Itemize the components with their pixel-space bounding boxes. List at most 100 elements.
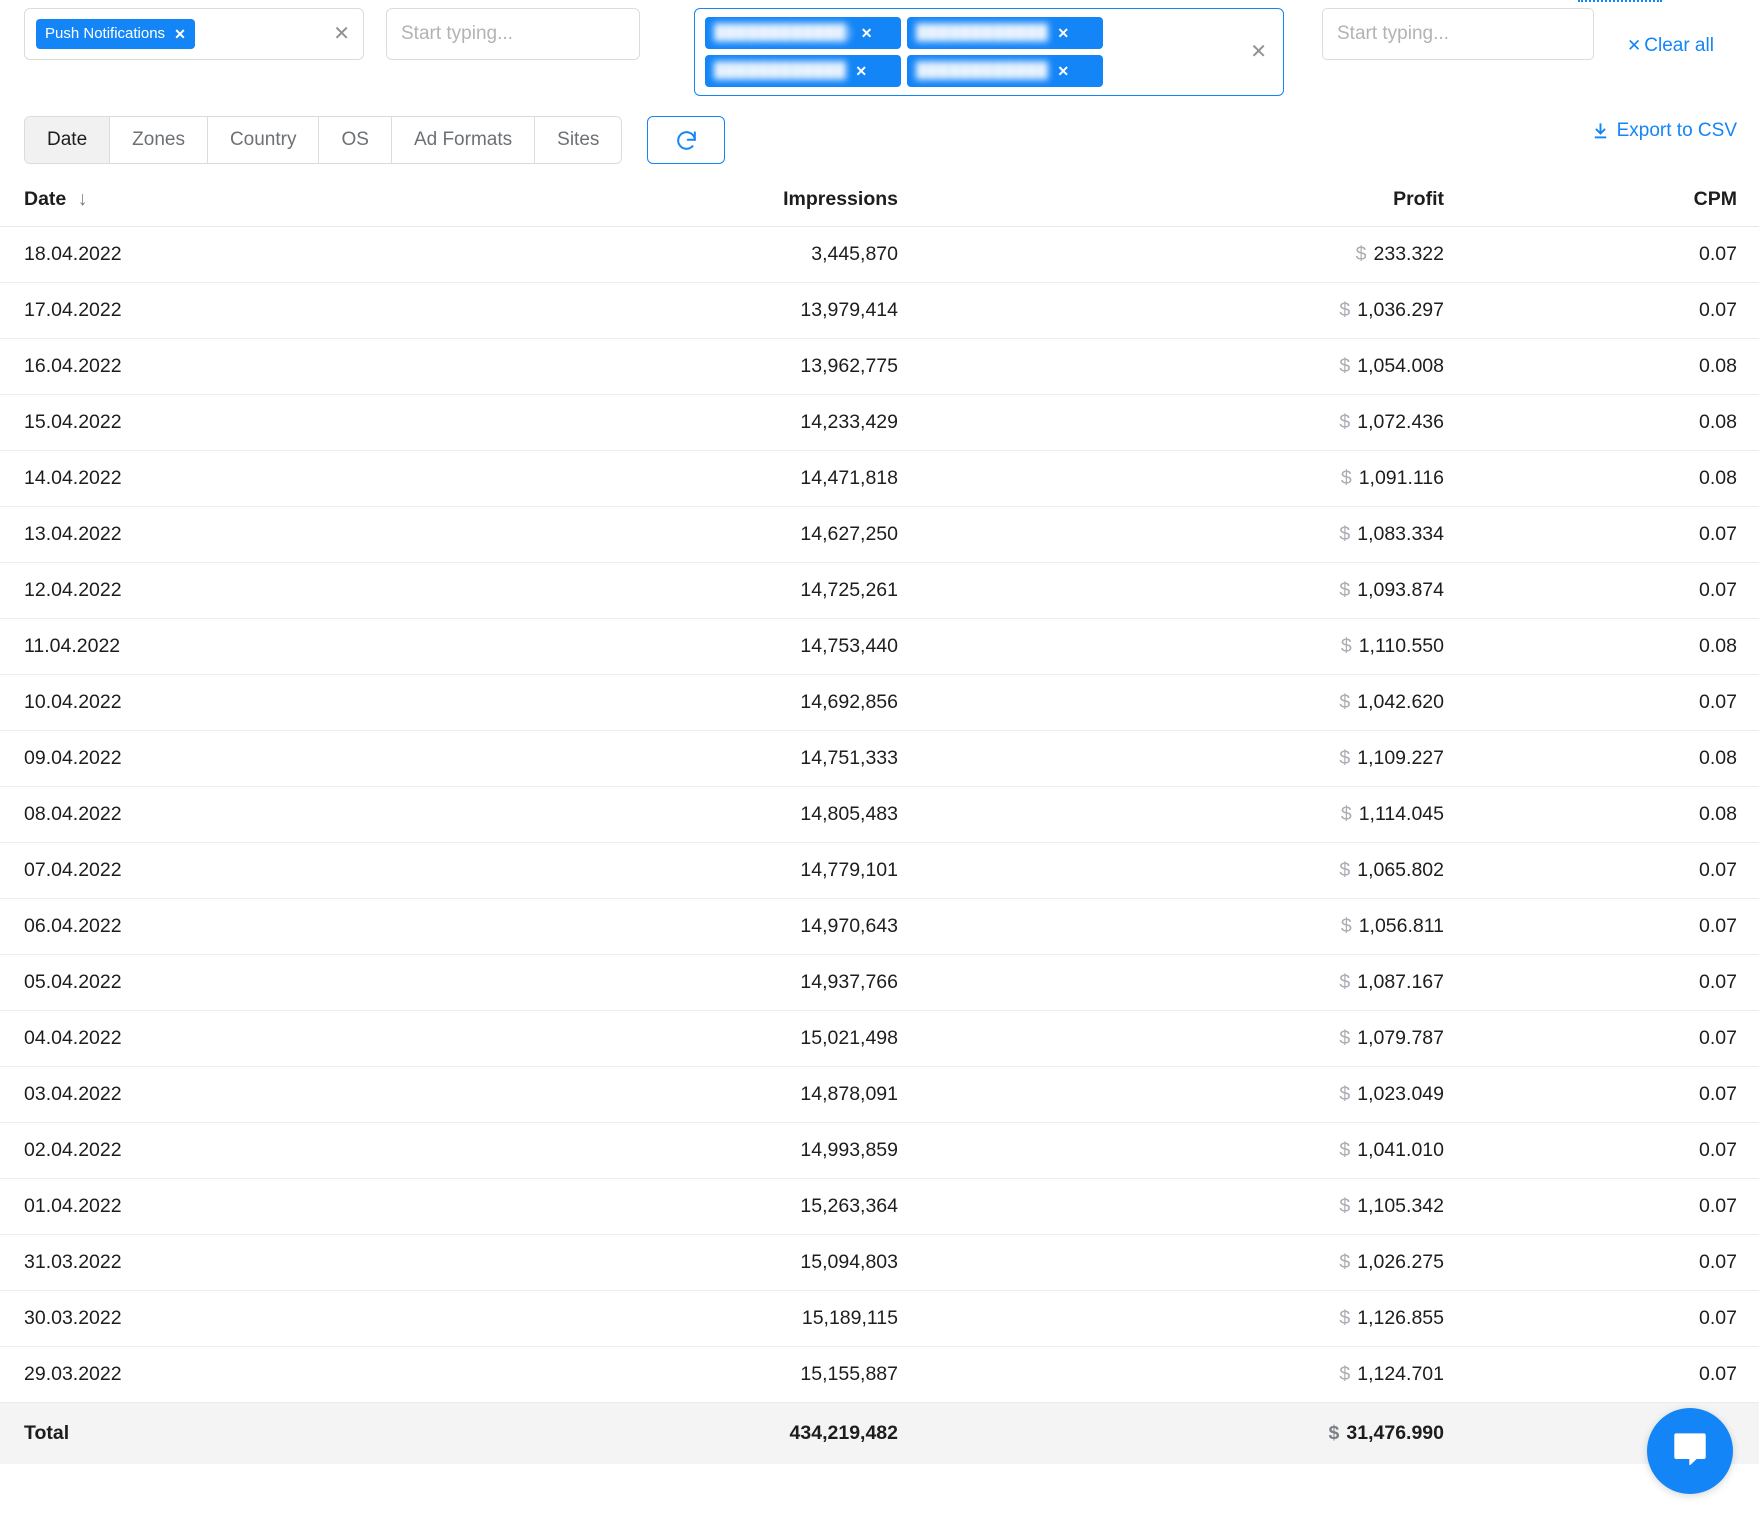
table-row[interactable]: 13.04.2022 14,627,250 $1,083.334 0.07: [0, 506, 1759, 562]
cell-cpm: 0.07: [1699, 970, 1737, 993]
column-header-impressions[interactable]: Impressions: [520, 174, 920, 227]
cell-date: 30.03.2022: [24, 1306, 122, 1329]
table-row[interactable]: 11.04.2022 14,753,440 $1,110.550 0.08: [0, 618, 1759, 674]
table-row[interactable]: 16.04.2022 13,962,775 $1,054.008 0.08: [0, 338, 1759, 394]
export-to-csv-label: Export to CSV: [1616, 120, 1737, 141]
table-row[interactable]: 10.04.2022 14,692,856 $1,042.620 0.07: [0, 674, 1759, 730]
cell-impressions: 14,751,333: [800, 746, 898, 769]
column-header-cpm[interactable]: CPM: [1460, 174, 1759, 227]
cell-profit: $1,087.167: [1339, 970, 1444, 993]
filter-tag-remove-icon[interactable]: ✕: [174, 27, 186, 41]
table-row[interactable]: 12.04.2022 14,725,261 $1,093.874 0.07: [0, 562, 1759, 618]
table-row[interactable]: 14.04.2022 14,471,818 $1,091.116 0.08: [0, 450, 1759, 506]
cell-impressions: 14,471,818: [800, 466, 898, 489]
cell-impressions: 14,805,483: [800, 802, 898, 825]
filter-tag-push-notifications[interactable]: Push Notifications ✕: [36, 19, 195, 49]
filter-tag-label: ████████████: [714, 62, 847, 79]
cell-profit: $1,126.855: [1339, 1306, 1444, 1329]
tertiary-filter-field[interactable]: Start typing...: [1322, 8, 1594, 60]
table-body: 18.04.2022 3,445,870 $233.322 0.07 17.04.202…: [0, 226, 1759, 1464]
cell-cpm: 0.07: [1699, 914, 1737, 937]
filter-tag-redacted-4[interactable]: ████████████ ✕: [907, 55, 1103, 87]
cell-date: 03.04.2022: [24, 1082, 122, 1105]
cell-cpm: 0.07: [1699, 1138, 1737, 1161]
secondary-filter-field[interactable]: Start typing...: [386, 8, 640, 60]
cell-date: 09.04.2022: [24, 746, 122, 769]
currency-symbol: $: [1339, 690, 1351, 713]
cell-date: 12.04.2022: [24, 578, 122, 601]
tab-country[interactable]: Country: [207, 117, 320, 163]
cell-impressions: 14,627,250: [800, 522, 898, 545]
cell-cpm: 0.08: [1699, 410, 1737, 433]
table-row[interactable]: 04.04.2022 15,021,498 $1,079.787 0.07: [0, 1010, 1759, 1066]
cell-profit: $233.322: [1355, 242, 1444, 265]
table-row[interactable]: 08.04.2022 14,805,483 $1,114.045 0.08: [0, 786, 1759, 842]
currency-symbol: $: [1339, 410, 1351, 433]
table-row[interactable]: 06.04.2022 14,970,643 $1,056.811 0.07: [0, 898, 1759, 954]
column-header-profit[interactable]: Profit: [920, 174, 1460, 227]
currency-symbol: $: [1339, 578, 1351, 601]
cell-impressions: 14,878,091: [800, 1082, 898, 1105]
total-impressions: 434,219,482: [789, 1421, 898, 1444]
cell-profit: $1,124.701: [1339, 1362, 1444, 1385]
filter-tag-remove-icon[interactable]: ✕: [1057, 26, 1069, 40]
filter-tag-remove-icon[interactable]: ✕: [861, 26, 873, 40]
cell-cpm: 0.07: [1699, 1362, 1737, 1385]
table-row[interactable]: 01.04.2022 15,263,364 $1,105.342 0.07: [0, 1178, 1759, 1234]
cell-date: 15.04.2022: [24, 410, 122, 433]
export-to-csv-button[interactable]: Export to CSV: [1591, 120, 1737, 142]
clear-all-label: Clear all: [1644, 35, 1714, 56]
tab-zones[interactable]: Zones: [110, 117, 208, 163]
cell-profit: $1,105.342: [1339, 1194, 1444, 1217]
table-row[interactable]: 15.04.2022 14,233,429 $1,072.436 0.08: [0, 394, 1759, 450]
tab-date[interactable]: Date: [25, 117, 111, 163]
ad-format-filter-field[interactable]: Push Notifications ✕ ✕: [24, 8, 364, 60]
currency-symbol: $: [1339, 746, 1351, 769]
multi-select-filter-field[interactable]: ████████████) ✕ ████████████ ✕ █████████…: [694, 8, 1284, 96]
tab-os[interactable]: OS: [319, 117, 392, 163]
table-row[interactable]: 05.04.2022 14,937,766 $1,087.167 0.07: [0, 954, 1759, 1010]
filter-tag-remove-icon[interactable]: ✕: [1057, 64, 1069, 78]
cell-profit: $1,114.045: [1340, 802, 1444, 825]
clear-field-icon[interactable]: ✕: [1250, 42, 1267, 62]
currency-symbol: $: [1339, 298, 1351, 321]
column-header-date[interactable]: Date ↓: [0, 174, 520, 227]
table-row[interactable]: 09.04.2022 14,751,333 $1,109.227 0.08: [0, 730, 1759, 786]
cell-date: 01.04.2022: [24, 1194, 122, 1217]
table-row[interactable]: 03.04.2022 14,878,091 $1,023.049 0.07: [0, 1066, 1759, 1122]
cell-cpm: 0.07: [1699, 242, 1737, 265]
currency-symbol: $: [1339, 1250, 1351, 1273]
tab-sites[interactable]: Sites: [535, 117, 622, 163]
table-row[interactable]: 18.04.2022 3,445,870 $233.322 0.07: [0, 226, 1759, 282]
tab-ad-formats[interactable]: Ad Formats: [391, 117, 536, 163]
cell-impressions: 14,779,101: [800, 858, 898, 881]
table-row[interactable]: 17.04.2022 13,979,414 $1,036.297 0.07: [0, 282, 1759, 338]
currency-symbol: $: [1340, 634, 1352, 657]
currency-symbol: $: [1339, 1026, 1351, 1049]
cell-date: 06.04.2022: [24, 914, 122, 937]
filter-placeholder: Start typing...: [401, 23, 513, 44]
filter-tag-redacted-2[interactable]: ████████████ ✕: [907, 17, 1103, 49]
filter-tag-label: ████████████): [714, 24, 852, 41]
table-row[interactable]: 07.04.2022 14,779,101 $1,065.802 0.07: [0, 842, 1759, 898]
filter-tag-redacted-1[interactable]: ████████████) ✕: [705, 17, 901, 49]
table-row[interactable]: 30.03.2022 15,189,115 $1,126.855 0.07: [0, 1290, 1759, 1346]
cell-profit: $1,065.802: [1339, 858, 1444, 881]
cell-date: 05.04.2022: [24, 970, 122, 993]
table-row[interactable]: 31.03.2022 15,094,803 $1,026.275 0.07: [0, 1234, 1759, 1290]
filter-tag-redacted-3[interactable]: ████████████ ✕: [705, 55, 901, 87]
cell-profit: $1,042.620: [1339, 690, 1444, 713]
refresh-button[interactable]: [647, 116, 726, 164]
filter-tag-remove-icon[interactable]: ✕: [855, 64, 867, 78]
cell-impressions: 14,692,856: [800, 690, 898, 713]
chat-launcher-button[interactable]: [1647, 1408, 1733, 1494]
table-row[interactable]: 29.03.2022 15,155,887 $1,124.701 0.07: [0, 1346, 1759, 1402]
table-row[interactable]: 02.04.2022 14,993,859 $1,041.010 0.07: [0, 1122, 1759, 1178]
cell-date: 10.04.2022: [24, 690, 122, 713]
cell-profit: $1,091.116: [1340, 466, 1444, 489]
clear-field-icon[interactable]: ✕: [333, 24, 350, 44]
cell-date: 16.04.2022: [24, 354, 122, 377]
clear-all-button[interactable]: ✕ Clear all: [1627, 35, 1714, 57]
cell-impressions: 13,979,414: [800, 298, 898, 321]
filter-tag-label: ████████████: [916, 24, 1049, 41]
